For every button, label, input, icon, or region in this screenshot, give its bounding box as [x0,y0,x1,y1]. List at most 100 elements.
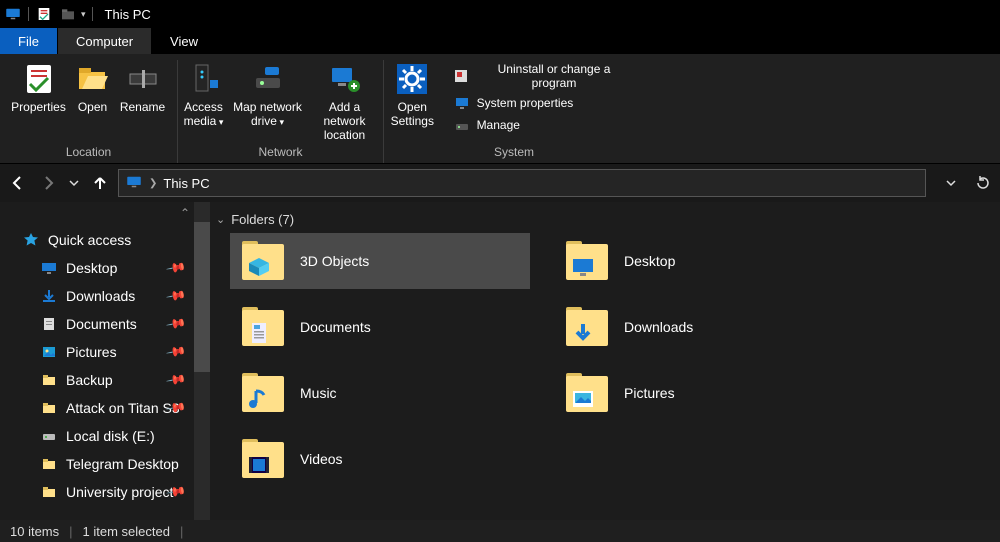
breadcrumb-location[interactable]: This PC [163,176,209,191]
cube-overlay-icon [246,256,272,278]
tab-view[interactable]: View [152,28,217,54]
folder-item[interactable]: Downloads [554,299,854,355]
music-overlay-icon [246,388,272,410]
pictures-overlay-icon [570,388,596,410]
folder-label: Downloads [624,319,693,335]
rename-icon [126,62,160,96]
content-pane: ⌄ Folders (7) 3D Objects Desktop Documents… [210,202,1000,520]
sidebar-item-label: University project [66,484,173,500]
access-media-label: Access media [180,100,228,128]
quick-access-star-icon [22,231,40,249]
sidebar-item-label: Backup [66,372,113,388]
sidebar-item[interactable]: Local disk (E:) [0,422,210,450]
open-folder-icon [76,62,110,96]
sidebar-item[interactable]: Documents📌 [0,310,210,338]
ribbon-group-system-label: System [494,145,534,163]
folder-label: Videos [300,451,343,467]
pin-icon: 📌 [165,341,187,363]
forward-button[interactable] [38,173,58,193]
back-button[interactable] [8,173,28,193]
system-properties-button[interactable]: System properties [445,92,640,114]
sidebar-item[interactable]: Backup 📌 [0,366,210,394]
drive-icon [40,427,58,445]
pin-icon: 📌 [165,285,187,307]
sidebar-item[interactable]: Downloads📌 [0,282,210,310]
map-drive-label: Map network drive [232,100,304,128]
open-settings-button[interactable]: Open Settings [384,60,441,130]
manage-button[interactable]: Manage [445,114,640,136]
qat-properties-icon[interactable] [35,5,53,23]
uninstall-program-button[interactable]: Uninstall or change a program [445,60,640,92]
breadcrumb-chevron-icon[interactable]: ❯ [149,178,157,189]
ribbon-group-network: Access media Map network drive Add a net… [178,60,384,163]
recent-locations-button[interactable] [68,173,80,193]
map-network-drive-button[interactable]: Map network drive [230,60,306,130]
tab-computer[interactable]: Computer [58,28,152,54]
ribbon-group-location-label: Location [66,145,111,163]
folder-item[interactable]: Music [230,365,530,421]
qat-newfolder-icon[interactable] [59,5,77,23]
folder-icon [240,306,286,348]
folder-icon [564,306,610,348]
nav-arrows [8,173,110,193]
folder-icon [40,371,58,389]
properties-icon [22,62,56,96]
sidebar-item[interactable]: Telegram Desktop [0,450,210,478]
ribbon-group-system: Open Settings Uninstall or change a prog… [384,60,644,163]
folder-icon [240,372,286,414]
pin-icon: 📌 [165,369,187,391]
rename-button[interactable]: Rename [115,60,171,116]
folder-item[interactable]: Videos [230,431,530,487]
properties-label: Properties [11,100,66,114]
ribbon: Properties Open Rename Location [0,54,1000,164]
folder-item[interactable]: Documents [230,299,530,355]
sidebar-item[interactable]: Pictures📌 [0,338,210,366]
sidebar-item-label: Desktop [66,260,117,276]
folder-item[interactable]: Desktop [554,233,854,289]
body-area: ⌃ Quick access Desktop📌Downloads📌Documen… [0,202,1000,520]
tab-file[interactable]: File [0,28,58,54]
titlebar-separator [28,7,29,21]
folders-group-header[interactable]: ⌄ Folders (7) [210,208,1000,233]
pictures-icon [40,343,58,361]
chevron-down-icon: ⌄ [216,213,225,226]
ribbon-group-location: Properties Open Rename Location [0,60,178,163]
address-dropdown-button[interactable] [942,174,960,192]
sidebar-item[interactable]: University project📌 [0,478,210,506]
sidebar-quick-access[interactable]: Quick access [0,226,210,254]
sidebar-scroll-up-icon[interactable]: ⌃ [180,206,190,220]
add-network-location-button[interactable]: Add a network location [306,60,384,144]
sidebar-item[interactable]: Desktop📌 [0,254,210,282]
menu-tabs: File Computer View [0,28,1000,54]
sidebar-item[interactable]: Attack on Titan S3📌 [0,394,210,422]
uninstall-label: Uninstall or change a program [476,62,632,90]
download-icon [40,287,58,305]
status-bar: 10 items | 1 item selected | [0,520,1000,542]
access-media-button[interactable]: Access media [178,60,230,130]
folder-icon [40,455,58,473]
titlebar-separator-2 [92,7,93,21]
videos-overlay-icon [246,454,272,476]
address-bar[interactable]: ❯ This PC [118,169,926,197]
folder-item[interactable]: 3D Objects [230,233,530,289]
document-icon [40,315,58,333]
address-controls [942,174,992,192]
desktop-overlay-icon [570,256,596,278]
status-selection: 1 item selected [83,524,170,539]
folder-icon [40,483,58,501]
folder-item[interactable]: Pictures [554,365,854,421]
folder-label: Documents [300,319,371,335]
status-separator: | [69,524,72,539]
folder-icon [564,240,610,282]
settings-gear-icon [395,62,429,96]
properties-button[interactable]: Properties [7,60,71,116]
sidebar-item-label: Local disk (E:) [66,428,155,444]
system-properties-icon [453,94,471,112]
open-button[interactable]: Open [71,60,115,116]
refresh-button[interactable] [974,174,992,192]
pin-icon: 📌 [165,313,187,335]
navigation-pane: ⌃ Quick access Desktop📌Downloads📌Documen… [0,202,210,520]
qat-dropdown-icon[interactable]: ▾ [81,9,86,20]
up-button[interactable] [90,173,110,193]
system-properties-label: System properties [477,96,574,110]
